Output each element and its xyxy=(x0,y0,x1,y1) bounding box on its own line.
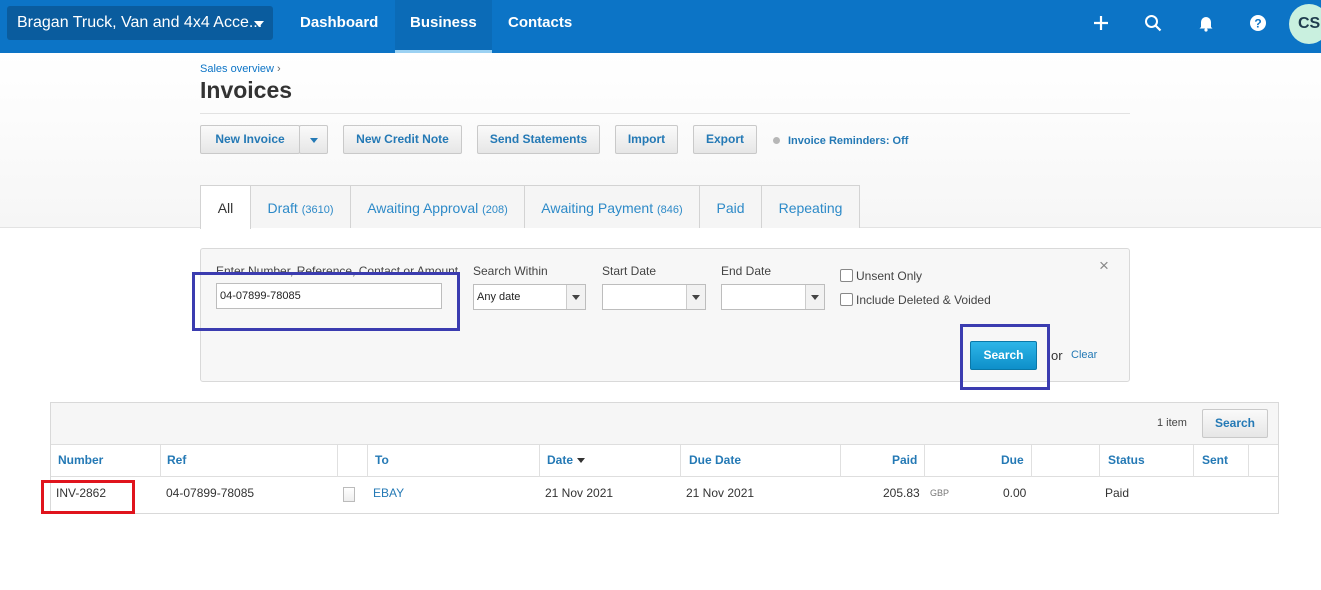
tab-paid[interactable]: Paid xyxy=(699,185,762,228)
nav-business[interactable]: Business xyxy=(395,0,492,53)
start-date-label: Start Date xyxy=(602,264,657,278)
organisation-name: Bragan Truck, Van and 4x4 Acce... xyxy=(17,14,263,31)
send-statements-button[interactable]: Send Statements xyxy=(477,125,600,154)
end-date-field[interactable] xyxy=(721,284,825,310)
column-to[interactable]: To xyxy=(375,445,389,477)
chevron-down-icon[interactable] xyxy=(805,285,824,309)
import-button[interactable]: Import xyxy=(615,125,678,154)
invoice-contact[interactable]: EBAY xyxy=(373,486,404,500)
column-divider xyxy=(924,445,925,477)
column-due[interactable]: Due xyxy=(1001,445,1024,477)
invoice-paid: 205.83 xyxy=(883,486,920,500)
document-icon xyxy=(343,487,355,502)
organisation-switcher[interactable]: Bragan Truck, Van and 4x4 Acce... xyxy=(7,6,273,40)
tab-count: (208) xyxy=(482,204,508,216)
include-deleted-label: Include Deleted & Voided xyxy=(856,293,991,307)
or-text: or xyxy=(1051,348,1063,363)
tab-repeating[interactable]: Repeating xyxy=(761,185,860,228)
column-sent[interactable]: Sent xyxy=(1202,445,1228,477)
avatar[interactable]: CS xyxy=(1289,4,1321,44)
nav-dashboard[interactable]: Dashboard xyxy=(285,0,393,53)
tab-label: All xyxy=(217,200,234,216)
results-toolbar xyxy=(51,403,1278,445)
export-button[interactable]: Export xyxy=(693,125,757,154)
end-date-label: End Date xyxy=(721,264,772,278)
start-date-field[interactable] xyxy=(602,284,706,310)
tab-all[interactable]: All xyxy=(200,185,251,229)
bell-icon[interactable] xyxy=(1196,13,1216,33)
unsent-only-label: Unsent Only xyxy=(856,269,923,283)
chevron-down-icon[interactable] xyxy=(566,285,585,309)
column-divider xyxy=(367,445,368,477)
breadcrumb-separator: › xyxy=(277,63,281,75)
unsent-only-checkbox[interactable] xyxy=(840,269,853,282)
close-icon[interactable]: × xyxy=(1099,256,1109,276)
tab-label: Draft xyxy=(267,200,298,216)
tab-label: Repeating xyxy=(778,200,843,216)
search-within-value: Any date xyxy=(477,291,521,303)
tab-label: Paid xyxy=(716,200,745,216)
invoice-due-date: 21 Nov 2021 xyxy=(686,486,755,500)
search-icon[interactable] xyxy=(1143,13,1163,33)
invoice-status: Paid xyxy=(1105,486,1130,500)
tab-awaiting-payment[interactable]: Awaiting Payment (846) xyxy=(524,185,700,228)
new-invoice-menu-button[interactable] xyxy=(299,125,328,154)
clear-link[interactable]: Clear xyxy=(1071,349,1097,361)
highlight-box xyxy=(41,480,135,514)
column-divider xyxy=(1193,445,1194,477)
invoice-reminders-link[interactable]: Invoice Reminders: Off xyxy=(788,135,908,147)
plus-icon[interactable] xyxy=(1091,13,1111,33)
tab-awaiting-approval[interactable]: Awaiting Approval (208) xyxy=(350,185,525,228)
search-within-label: Search Within xyxy=(473,264,548,278)
column-number[interactable]: Number xyxy=(58,445,103,477)
new-credit-note-button[interactable]: New Credit Note xyxy=(343,125,462,154)
column-divider xyxy=(539,445,540,477)
invoice-ref: 04-07899-78085 xyxy=(166,486,255,500)
column-divider xyxy=(1099,445,1100,477)
column-divider xyxy=(160,445,161,477)
column-divider xyxy=(337,445,338,477)
tab-count: (846) xyxy=(657,204,683,216)
chevron-down-icon[interactable] xyxy=(686,285,705,309)
breadcrumb-sales-overview[interactable]: Sales overview xyxy=(200,63,274,75)
column-divider xyxy=(680,445,681,477)
column-due-date[interactable]: Due Date xyxy=(689,445,741,477)
invoice-due: 0.00 xyxy=(1003,486,1027,500)
column-status[interactable]: Status xyxy=(1108,445,1145,477)
tab-label: Awaiting Approval xyxy=(367,200,479,216)
column-ref[interactable]: Ref xyxy=(167,445,186,477)
help-icon[interactable]: ? xyxy=(1248,13,1268,33)
tab-label: Awaiting Payment xyxy=(541,200,654,216)
page-title: Invoices xyxy=(200,77,293,103)
column-date-label: Date xyxy=(547,453,574,467)
chevron-down-icon xyxy=(310,138,318,143)
include-deleted-checkbox[interactable] xyxy=(840,293,853,306)
table-header-row xyxy=(51,445,1278,477)
svg-text:?: ? xyxy=(1254,17,1261,31)
nav-contacts[interactable]: Contacts xyxy=(493,0,587,53)
tab-draft[interactable]: Draft (3610) xyxy=(250,185,351,228)
status-dot-icon xyxy=(773,137,780,144)
invoice-date: 21 Nov 2021 xyxy=(545,486,614,500)
highlight-box xyxy=(192,272,460,331)
breadcrumb[interactable]: Sales overview › xyxy=(200,63,281,75)
sort-down-icon xyxy=(577,458,586,464)
divider xyxy=(200,113,1130,114)
column-paid[interactable]: Paid xyxy=(892,445,917,477)
column-date[interactable]: Date xyxy=(547,445,586,477)
currency-code: GBP xyxy=(930,488,950,498)
new-invoice-button[interactable]: New Invoice xyxy=(200,125,300,154)
column-divider xyxy=(840,445,841,477)
search-within-select[interactable]: Any date xyxy=(473,284,586,310)
tab-count: (3610) xyxy=(301,204,334,216)
highlight-box xyxy=(960,324,1050,390)
chevron-down-icon xyxy=(254,21,264,27)
column-divider xyxy=(1031,445,1032,477)
column-divider xyxy=(1248,445,1249,477)
results-search-button[interactable]: Search xyxy=(1202,409,1268,438)
result-count: 1 item xyxy=(1157,417,1187,429)
